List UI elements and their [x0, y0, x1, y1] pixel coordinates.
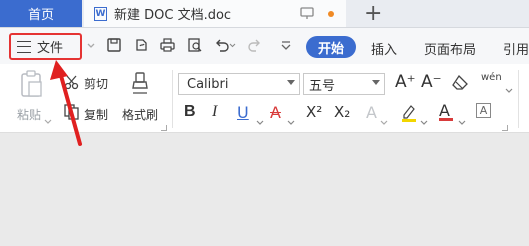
clipboard-launcher-icon[interactable]: [161, 125, 167, 131]
clear-format-icon[interactable]: [451, 74, 469, 94]
save-icon[interactable]: [106, 37, 122, 57]
tab-references[interactable]: 引用: [503, 39, 529, 58]
character-border-letter: A: [479, 104, 488, 117]
file-menu-button[interactable]: 文件: [9, 33, 82, 60]
chevron-down-icon: [372, 80, 380, 85]
word-doc-icon: W: [94, 6, 107, 21]
font-size-value: 五号: [309, 78, 336, 94]
chevron-down-icon[interactable]: [505, 79, 513, 98]
grow-font-button[interactable]: A⁺: [395, 72, 416, 92]
font-launcher-icon[interactable]: [502, 125, 508, 131]
chevron-down-icon[interactable]: [420, 111, 428, 130]
unsaved-dot-icon: [328, 11, 334, 17]
paste-icon[interactable]: [19, 69, 45, 103]
chevron-down-icon: [287, 80, 295, 85]
strikethrough-button[interactable]: A: [270, 103, 281, 122]
bold-button[interactable]: B: [184, 103, 196, 121]
shrink-font-button[interactable]: A⁻: [421, 72, 442, 92]
format-painter-icon[interactable]: [130, 71, 150, 101]
font-color-letter: A: [439, 101, 450, 120]
font-color-button[interactable]: A: [439, 101, 453, 121]
print-preview-icon[interactable]: [187, 37, 203, 57]
chevron-down-icon[interactable]: [86, 37, 96, 55]
paste-label[interactable]: 粘贴: [17, 106, 41, 123]
chevron-down-icon[interactable]: [256, 111, 264, 130]
font-name-select[interactable]: Calibri: [178, 73, 300, 95]
file-menu-label: 文件: [37, 41, 64, 56]
pinyin-guide-button[interactable]: wén: [481, 72, 502, 83]
tab-home[interactable]: 首页: [0, 0, 82, 27]
hamburger-icon: [17, 40, 31, 53]
print-icon[interactable]: [159, 37, 176, 57]
document-title: 新建 DOC 文档.doc: [114, 8, 232, 23]
export-pdf-icon[interactable]: [133, 37, 149, 57]
character-border-button[interactable]: A: [476, 103, 491, 118]
ribbon-divider: [172, 70, 173, 128]
chevron-down-icon[interactable]: [458, 111, 466, 130]
annotation-arrow-icon: [50, 58, 90, 152]
redo-icon[interactable]: [247, 37, 263, 57]
ribbon-divider: [518, 70, 519, 128]
italic-button[interactable]: I: [212, 103, 217, 121]
tab-start[interactable]: 开始: [306, 36, 356, 58]
underline-button[interactable]: U: [237, 103, 249, 122]
undo-icon[interactable]: [213, 37, 237, 57]
pinyin-label: wén: [481, 72, 502, 83]
monitor-icon[interactable]: [300, 6, 314, 23]
highlight-icon[interactable]: [400, 103, 418, 127]
superscript-button[interactable]: X²: [306, 103, 322, 121]
font-name-value: Calibri: [187, 76, 229, 92]
customize-toolbar-icon[interactable]: [280, 37, 292, 57]
tab-page-layout[interactable]: 页面布局: [424, 39, 476, 58]
chevron-down-icon[interactable]: [287, 111, 295, 130]
chevron-down-icon[interactable]: [380, 111, 388, 130]
subscript-button[interactable]: X₂: [334, 103, 350, 121]
tab-insert[interactable]: 插入: [371, 39, 397, 58]
font-size-select[interactable]: 五号: [303, 73, 385, 95]
new-tab-plus-icon[interactable]: +: [364, 1, 382, 26]
format-painter-label[interactable]: 格式刷: [122, 106, 158, 123]
text-effect-button[interactable]: A: [366, 103, 377, 122]
